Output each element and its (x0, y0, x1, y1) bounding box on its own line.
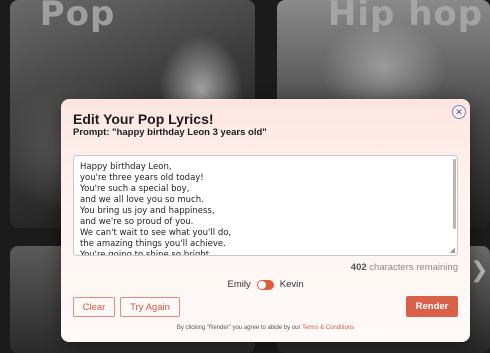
genre-title-hip-hop: Hip hop (327, 0, 484, 34)
modal-prompt: Prompt: "happy birthday Leon 3 years old… (73, 127, 267, 138)
modal-title: Edit Your Pop Lyrics! (73, 111, 214, 127)
terms-text: By clicking "Render" you agree to abide … (176, 325, 301, 331)
characters-remaining: 402 characters remaining (351, 262, 458, 273)
voice-toggle[interactable] (256, 279, 274, 290)
resize-grip-icon[interactable]: ◢ (450, 247, 455, 254)
terms-link[interactable]: Terms & Conditions (302, 325, 354, 331)
characters-remaining-label: characters remaining (369, 262, 458, 273)
genre-title-pop: Pop (39, 0, 116, 34)
clear-button[interactable]: Clear (73, 297, 115, 317)
voice-label-kevin: Kevin (279, 279, 304, 290)
render-button[interactable]: Render (406, 296, 458, 317)
lyrics-text: Happy birthday Leon, you're three years … (80, 162, 232, 256)
chevron-right-icon[interactable]: ❯ (470, 258, 488, 283)
lyrics-scrollbar[interactable] (453, 159, 456, 229)
voice-selector: Emily Kevin (61, 279, 470, 290)
voice-label-emily: Emily (227, 279, 251, 290)
terms-notice: By clicking "Render" you agree to abide … (61, 325, 470, 331)
try-again-button[interactable]: Try Again (120, 297, 180, 317)
close-icon[interactable]: ✕ (452, 105, 466, 119)
edit-lyrics-modal: Edit Your Pop Lyrics! Prompt: "happy bir… (61, 99, 470, 342)
lyrics-textarea[interactable]: Happy birthday Leon, you're three years … (73, 155, 458, 256)
characters-remaining-count: 402 (350, 262, 367, 273)
toggle-knob (257, 280, 266, 289)
